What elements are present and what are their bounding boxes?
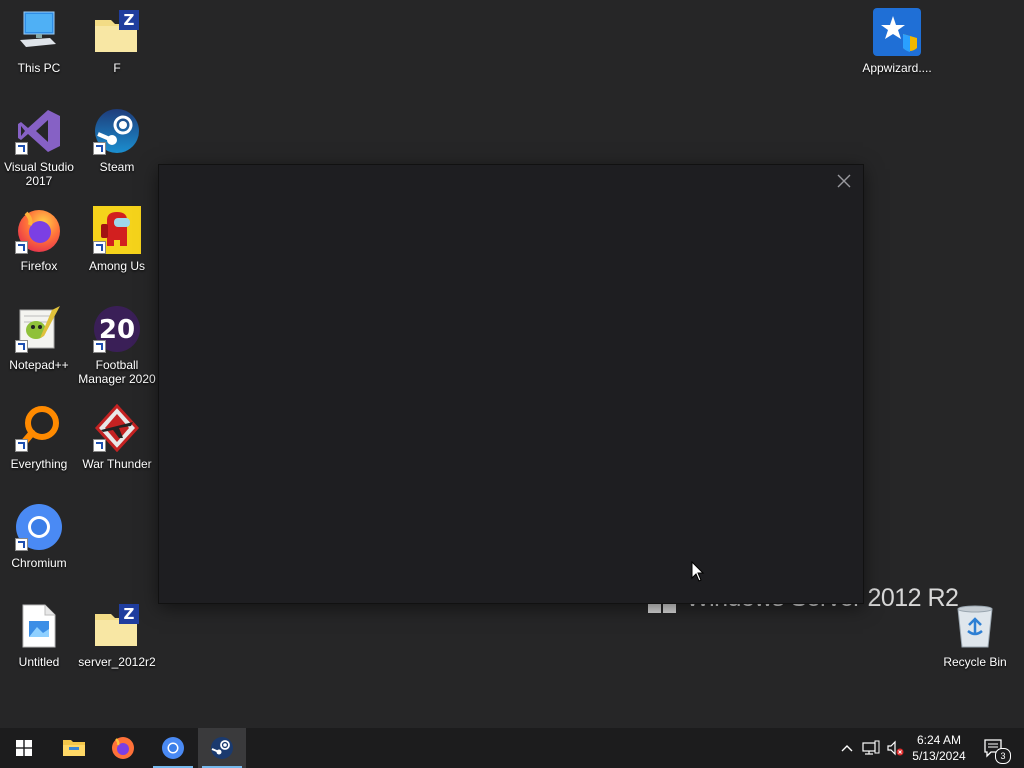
volume-button[interactable]	[884, 728, 906, 768]
network-icon	[862, 740, 880, 755]
shortcut-arrow-icon	[93, 340, 106, 353]
action-center-button[interactable]: 3	[976, 728, 1012, 768]
shortcut-arrow-icon	[93, 439, 106, 452]
desktop-icon-visual-studio[interactable]: Visual Studio 2017	[0, 107, 78, 188]
shortcut-arrow-icon	[15, 340, 28, 353]
recycle-bin-icon	[951, 602, 999, 650]
desktop-icon-firefox[interactable]: Firefox	[0, 206, 78, 273]
desktop-icon-label: server_2012r2	[78, 655, 156, 669]
football-manager-icon: 20	[93, 305, 141, 353]
desktop-icon-label: Chromium	[11, 556, 67, 570]
desktop-icon-untitled[interactable]: Untitled	[0, 602, 78, 669]
windows-logo-icon	[16, 740, 32, 756]
taskbar: 6:24 AM 5/13/2024 3	[0, 728, 1024, 768]
steam-icon	[93, 107, 141, 155]
close-button[interactable]	[833, 171, 855, 191]
image-file-icon	[15, 602, 63, 650]
firefox-icon	[112, 737, 134, 759]
desktop-icon-f-folder[interactable]: Z F	[78, 8, 156, 75]
desktop-icon-appwizard[interactable]: Appwizard....	[858, 8, 936, 75]
among-us-icon	[93, 206, 141, 254]
desktop-icon-everything[interactable]: Everything	[0, 404, 78, 471]
desktop-icon-label: Appwizard....	[862, 61, 932, 75]
desktop-icon-notepad-plus-plus[interactable]: Notepad++	[0, 305, 78, 372]
desktop-icon-this-pc[interactable]: This PC	[0, 8, 78, 75]
desktop-icon-label: Steam	[99, 160, 135, 174]
desktop-icon-label: Visual Studio 2017	[4, 160, 74, 188]
chromium-icon	[162, 737, 184, 759]
network-button[interactable]	[860, 728, 882, 768]
zip-folder-icon: Z	[93, 602, 141, 650]
desktop-icon-label: Everything	[10, 457, 68, 471]
chevron-up-icon	[841, 745, 853, 752]
taskbar-chromium[interactable]	[149, 728, 197, 768]
folder-icon	[63, 740, 85, 756]
firefox-icon	[15, 206, 63, 254]
shortcut-arrow-icon	[93, 142, 106, 155]
notepad-plus-plus-icon	[15, 305, 63, 353]
desktop-icon-war-thunder[interactable]: War Thunder	[78, 404, 156, 471]
clock-time: 6:24 AM	[916, 733, 962, 747]
shortcut-arrow-icon	[93, 241, 106, 254]
taskbar-firefox[interactable]	[99, 728, 147, 768]
desktop-icon-label: F	[113, 61, 121, 75]
desktop-icon-among-us[interactable]: Among Us	[78, 206, 156, 273]
desktop-icon-server-2012r2[interactable]: Z server_2012r2	[78, 602, 156, 669]
magnifier-icon	[15, 404, 63, 452]
clock-date: 5/13/2024	[912, 749, 966, 763]
desktop-icon-label: Untitled	[18, 655, 60, 669]
shortcut-arrow-icon	[15, 241, 28, 254]
close-icon	[837, 174, 851, 188]
desktop-icon-steam[interactable]: Steam	[78, 107, 156, 174]
taskbar-steam[interactable]	[198, 728, 246, 768]
shortcut-arrow-icon	[15, 439, 28, 452]
desktop: Windows Server 2012 R2 This PC Z F	[0, 0, 1024, 728]
taskbar-file-explorer[interactable]	[50, 728, 98, 768]
mouse-cursor-icon	[691, 561, 705, 582]
computer-icon	[15, 8, 63, 56]
war-thunder-icon	[93, 404, 141, 452]
notification-badge: 3	[995, 748, 1011, 764]
shortcut-arrow-icon	[15, 538, 28, 551]
desktop-icon-label: This PC	[17, 61, 61, 75]
shortcut-arrow-icon	[15, 142, 28, 155]
appwizard-icon	[873, 8, 921, 56]
svg-text:Z: Z	[124, 11, 135, 29]
desktop-icon-label: Firefox	[20, 259, 58, 273]
desktop-icon-label: Recycle Bin	[943, 655, 1007, 669]
desktop-icon-football-manager-2020[interactable]: 20 Football Manager 2020	[78, 305, 156, 386]
zip-folder-icon: Z	[93, 8, 141, 56]
steam-icon	[211, 737, 233, 759]
start-button[interactable]	[0, 728, 48, 768]
volume-muted-icon	[887, 740, 904, 756]
show-hidden-icons-button[interactable]	[838, 728, 856, 768]
clock[interactable]: 6:24 AM 5/13/2024	[906, 732, 972, 764]
desktop-icon-label: Notepad++	[9, 358, 69, 372]
blank-dialog-window[interactable]	[159, 165, 863, 603]
visual-studio-icon	[15, 107, 63, 155]
desktop-icon-recycle-bin[interactable]: Recycle Bin	[936, 602, 1014, 669]
desktop-icon-label: Among Us	[88, 259, 146, 273]
svg-text:Z: Z	[124, 605, 135, 623]
desktop-icon-chromium[interactable]: Chromium	[0, 503, 78, 570]
chromium-icon	[15, 503, 63, 551]
desktop-icon-label: War Thunder	[82, 457, 152, 471]
desktop-icon-label: Football Manager 2020	[78, 358, 156, 386]
